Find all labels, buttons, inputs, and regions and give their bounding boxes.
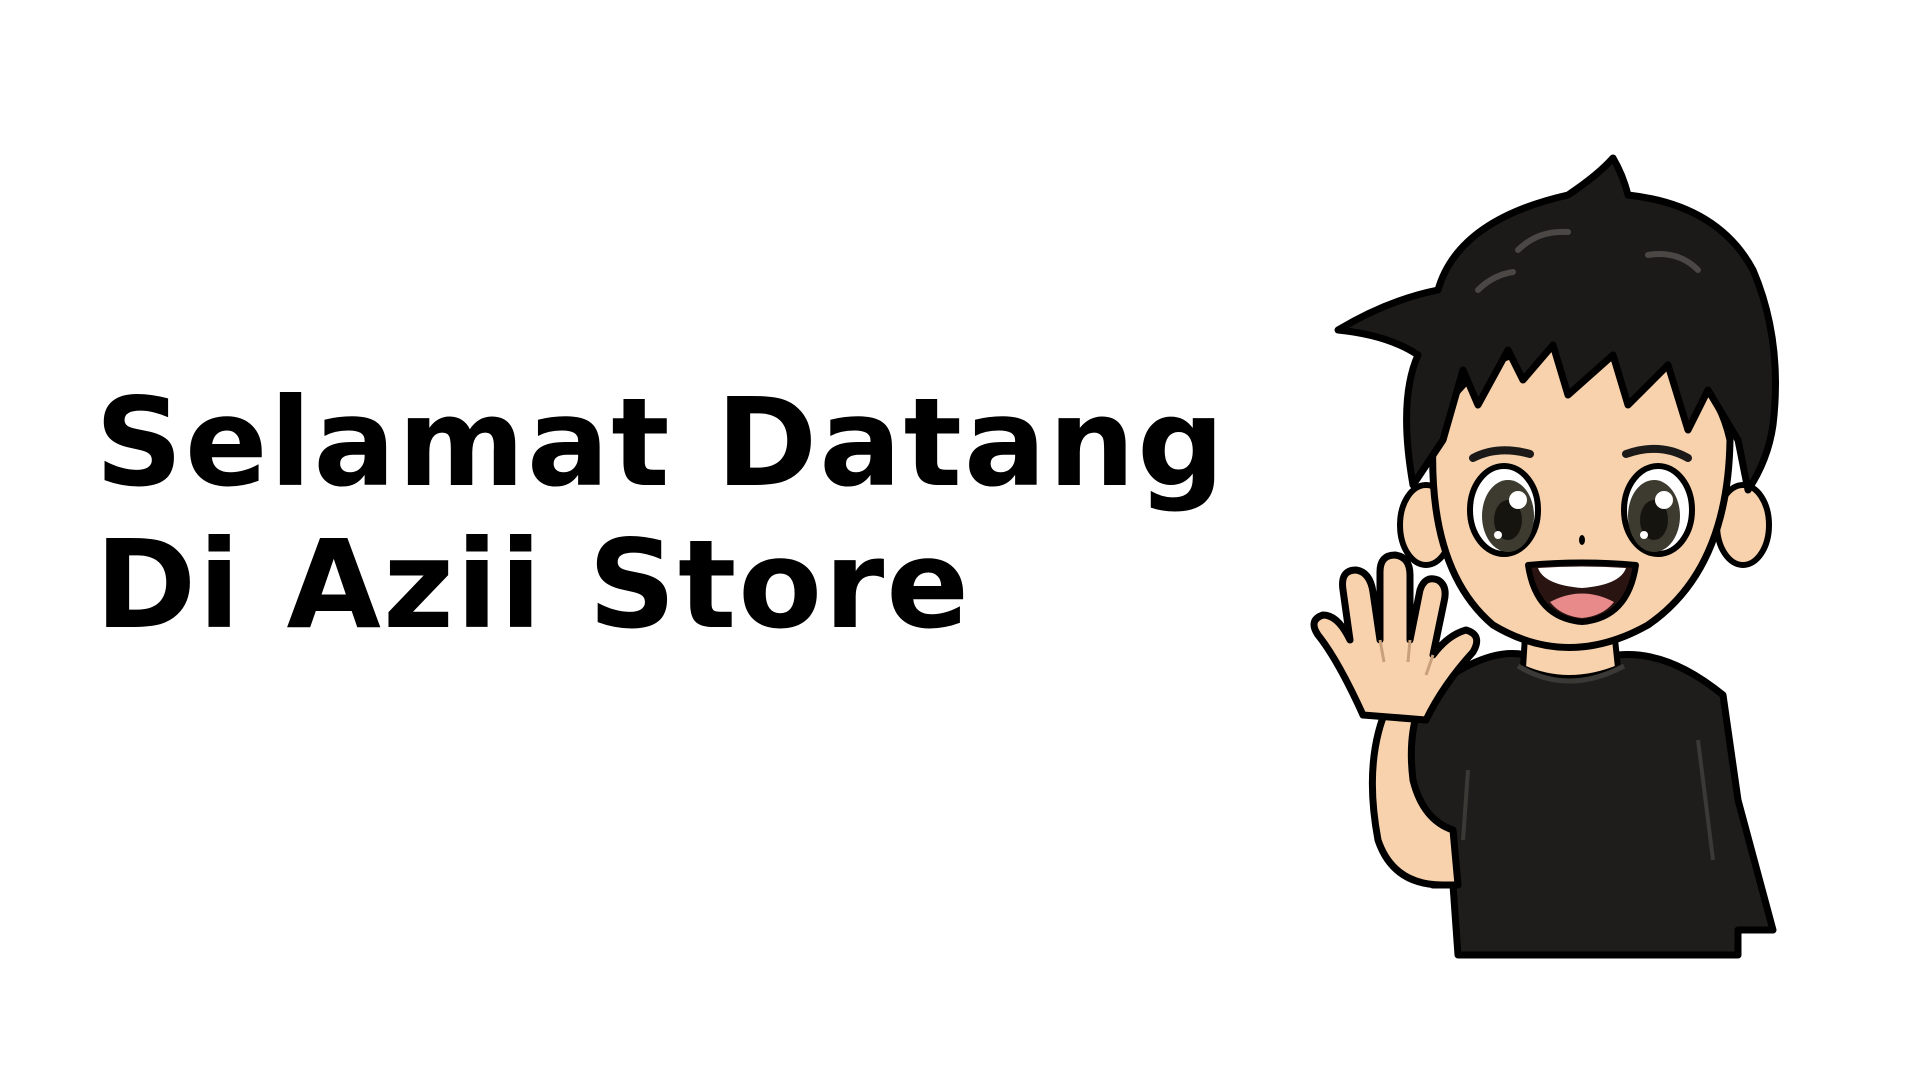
waving-boy-icon (1310, 154, 1779, 959)
mascot-eye-left (1467, 463, 1541, 557)
mascot-eye-right (1621, 463, 1695, 557)
mascot-nose (1579, 535, 1585, 545)
welcome-banner: Selamat Datang Di Azii Store (0, 0, 1920, 1080)
welcome-line-2: Di Azii Store (95, 514, 972, 656)
welcome-heading: Selamat Datang Di Azii Store (95, 372, 1226, 656)
welcome-line-1: Selamat Datang (95, 372, 1227, 514)
